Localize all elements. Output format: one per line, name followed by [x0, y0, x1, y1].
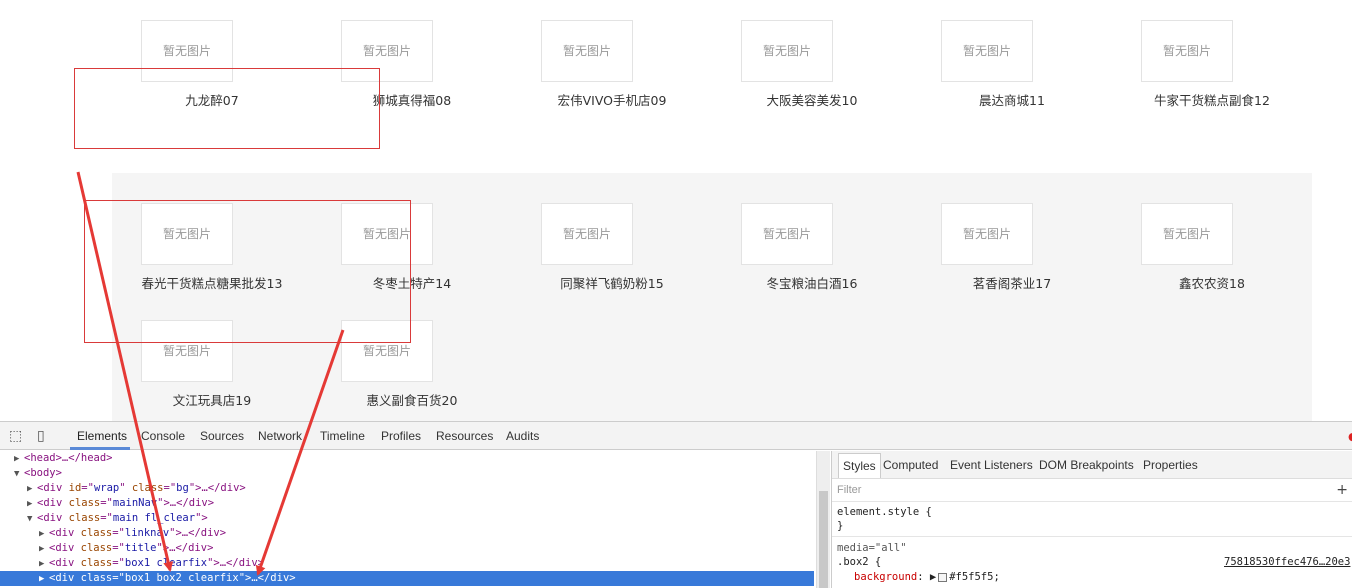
dom-node[interactable]: ▶ <div id="wrap" class="bg">…</div>: [0, 481, 246, 496]
shop-name-link[interactable]: 晨达商城11: [912, 90, 1112, 109]
styles-tabs: Styles Computed Event Listeners DOM Breakpo…: [832, 451, 1352, 479]
shop-image-placeholder[interactable]: 暂无图片: [941, 203, 1033, 265]
devtools-toolbar: ⬚ ▯ Elements Console Sources Network Timelin…: [0, 422, 1352, 450]
attr-name: class: [68, 512, 101, 524]
shop-image-placeholder[interactable]: 暂无图片: [541, 203, 633, 265]
divider: [832, 501, 1352, 502]
devtools-tab-network[interactable]: Network: [258, 429, 302, 443]
attr-value: linknav: [124, 527, 170, 539]
devtools-tab-audits[interactable]: Audits: [506, 429, 539, 443]
error-indicator[interactable]: ●: [1348, 430, 1352, 443]
styles-tab-styles[interactable]: Styles: [838, 453, 881, 478]
styles-tab-properties[interactable]: Properties: [1143, 458, 1198, 472]
devtools-tab-profiles[interactable]: Profiles: [381, 429, 421, 443]
annotation-box-1: [74, 68, 380, 149]
node-markup: <body>: [24, 467, 62, 479]
shop-name-link[interactable]: 惠义副食百货20: [312, 390, 512, 409]
attr-value: box1 clearfix: [124, 557, 208, 569]
styles-pane: Styles Computed Event Listeners DOM Breakpo…: [831, 451, 1352, 588]
element-style-close: }: [837, 520, 844, 532]
property-name[interactable]: background: [854, 571, 917, 583]
attr-name: class: [80, 572, 113, 584]
rule-selector[interactable]: .box2 {: [837, 556, 881, 568]
divider: [832, 536, 1352, 537]
devtools-tab-elements[interactable]: Elements: [77, 429, 127, 443]
devtools-tab-console[interactable]: Console: [141, 429, 185, 443]
expand-toggle-icon[interactable]: ▼: [27, 512, 37, 527]
shop-image-placeholder[interactable]: 暂无图片: [1141, 203, 1233, 265]
rule-declaration[interactable]: background: ▶ #f5f5f5;: [854, 571, 1000, 583]
device-icon[interactable]: ▯: [37, 428, 45, 444]
attr-value: box1 box2 clearfix: [124, 572, 239, 584]
attr-value: wrap: [93, 482, 120, 494]
node-markup: <head>…</head>: [24, 452, 113, 464]
dom-node[interactable]: ▶ <div class="box1 clearfix">…</div>: [0, 556, 264, 571]
attr-name: class: [80, 557, 113, 569]
expand-toggle-icon[interactable]: ▶: [27, 497, 37, 512]
shop-name-link[interactable]: 牛家干货糕点副食12: [1112, 90, 1312, 109]
dom-node[interactable]: ▶ <div class="title">…</div>: [0, 541, 213, 556]
dom-node[interactable]: ▼ <div class="main fl_clear">: [0, 511, 208, 526]
expand-toggle-icon[interactable]: ▶: [39, 557, 49, 572]
element-style-rule[interactable]: element.style {: [837, 506, 932, 518]
dom-node[interactable]: ▶ <div class="mainNav">…</div>: [0, 496, 214, 511]
styles-filter-input[interactable]: Filter: [837, 484, 861, 496]
dom-node[interactable]: ▶ <div class="linknav">…</div>: [0, 526, 226, 541]
add-rule-button[interactable]: +: [1336, 482, 1348, 498]
attr-name: class: [80, 527, 113, 539]
rule-source-link[interactable]: 75818530ffec476…20e3: [1224, 556, 1350, 568]
attr-name: id: [68, 482, 82, 494]
media-label: media="all": [837, 542, 907, 554]
shop-image-placeholder[interactable]: 暂无图片: [741, 203, 833, 265]
shop-name-link[interactable]: 冬宝粮油白酒16: [712, 273, 912, 292]
devtools-tab-sources[interactable]: Sources: [200, 429, 244, 443]
attr-name: class: [131, 482, 164, 494]
shop-name-link[interactable]: 大阪美容美发10: [712, 90, 912, 109]
inspect-icon[interactable]: ⬚: [9, 428, 22, 444]
shop-image-placeholder[interactable]: 暂无图片: [741, 20, 833, 82]
shop-name-link[interactable]: 宏伟VIVO手机店09: [512, 90, 712, 109]
shop-name-link[interactable]: 茗香阁茶业17: [912, 273, 1112, 292]
dom-node[interactable]: ▶ <head>…</head>: [0, 451, 113, 466]
styles-tab-computed[interactable]: Computed: [883, 458, 938, 472]
attr-value: bg: [176, 482, 189, 494]
color-swatch[interactable]: [938, 572, 948, 582]
shop-name-link[interactable]: 鑫农农资18: [1112, 273, 1312, 292]
devtools-tab-timeline[interactable]: Timeline: [320, 429, 365, 443]
annotation-box-2: [84, 200, 411, 343]
shop-name-link[interactable]: 文江玩具店19: [112, 390, 312, 409]
expand-toggle-icon[interactable]: ▶: [39, 527, 49, 542]
attr-value: title: [124, 542, 157, 554]
shop-image-placeholder[interactable]: 暂无图片: [941, 20, 1033, 82]
active-tab-indicator: [70, 447, 130, 450]
shop-image-placeholder[interactable]: 暂无图片: [1141, 20, 1233, 82]
devtools-panel: ⬚ ▯ Elements Console Sources Network Timelin…: [0, 421, 1352, 588]
shop-name-link[interactable]: 同聚祥飞鹤奶粉15: [512, 273, 712, 292]
expand-toggle-icon[interactable]: ▼: [14, 467, 24, 482]
attr-value: main fl_clear: [112, 512, 196, 524]
styles-tab-dom-breakpoints[interactable]: DOM Breakpoints: [1039, 458, 1134, 472]
page: 暂无图片 九龙醉07 暂无图片 狮城真得福08 暂无图片 宏伟VIVO手机店09 暂无图片大…: [0, 0, 1352, 588]
dom-tree[interactable]: ▶ <head>…</head> ▼ <body> ▶ <div id="wrap" cl…: [0, 451, 814, 588]
property-value[interactable]: #f5f5f5;: [949, 571, 1000, 583]
attr-name: class: [80, 542, 113, 554]
expand-toggle-icon[interactable]: ▶: [39, 572, 49, 587]
dom-node[interactable]: ▶ <div class="box1 box2 clearfix">…</div>: [0, 571, 814, 586]
styles-tab-event-listeners[interactable]: Event Listeners: [950, 458, 1033, 472]
devtools-tab-resources[interactable]: Resources: [436, 429, 493, 443]
expand-toggle-icon[interactable]: ▶: [14, 452, 24, 467]
expand-toggle-icon[interactable]: ▶: [39, 542, 49, 557]
attr-value: mainNav: [112, 497, 158, 509]
shop-image-placeholder[interactable]: 暂无图片: [541, 20, 633, 82]
dom-node[interactable]: ▼ <body>: [0, 466, 62, 481]
dom-tree-scrollbar[interactable]: [816, 451, 830, 588]
expand-toggle-icon[interactable]: ▶: [27, 482, 37, 497]
attr-name: class: [68, 497, 101, 509]
scrollbar-thumb[interactable]: [819, 491, 828, 588]
